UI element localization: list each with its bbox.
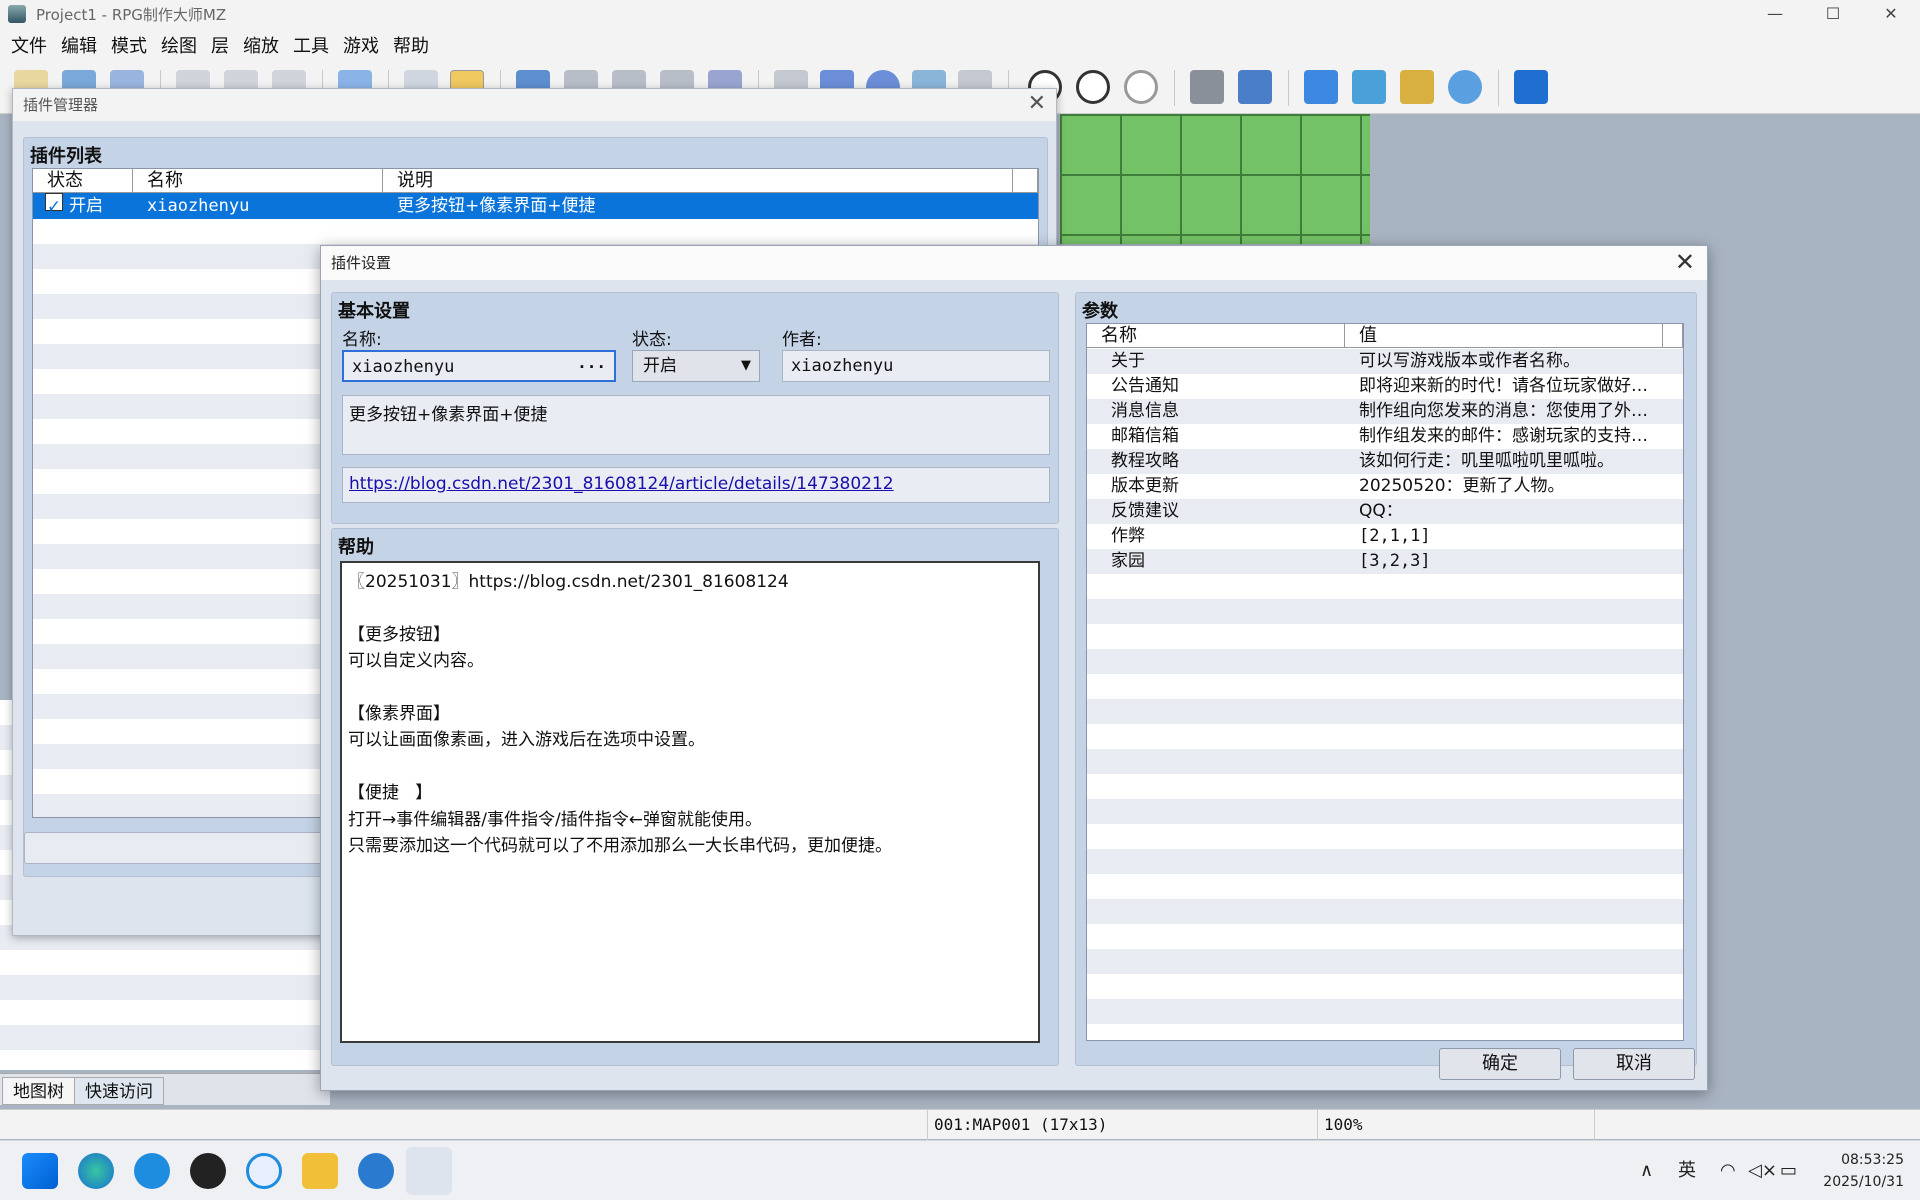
clock-time: 08:53:25 (1841, 1152, 1904, 1168)
playtest-icon[interactable] (1514, 70, 1548, 104)
help-group: 帮助 〖20251031〗https://blog.csdn.net/2301_… (331, 528, 1059, 1066)
plugin-settings-title: 插件设置 (321, 246, 1707, 280)
plugin-list-title: 插件列表 (30, 146, 102, 167)
plugin-manager-title: 插件管理器 (13, 89, 1056, 121)
plugin-manager-close-button[interactable]: ✕ (1028, 91, 1046, 116)
plugin-settings-dialog: 插件设置 ✕ 基本设置 名称: 状态: 作者: xiaozhenyu ··· 开… (320, 245, 1708, 1091)
character-generator-icon[interactable] (1448, 70, 1482, 104)
qq-icon[interactable] (190, 1153, 226, 1189)
feishu-icon[interactable] (358, 1153, 394, 1189)
column-name[interactable]: 名称 (133, 169, 383, 193)
column-status[interactable]: 状态 (33, 169, 133, 193)
param-row[interactable]: 版本更新 20250520：更新了人物。 (1087, 474, 1683, 499)
status-label: 状态: (632, 330, 672, 350)
menu-help[interactable]: 帮助 (386, 32, 436, 58)
parameters-table[interactable]: 名称 值 关于 可以写游戏版本或作者名称。 公告通知 即将迎来新的时代！请各位玩家做… (1086, 323, 1684, 1041)
tray-overflow-icon[interactable]: ∧ (1640, 1141, 1653, 1200)
param-column-value[interactable]: 值 (1345, 324, 1663, 348)
menu-edit[interactable]: 编辑 (54, 32, 104, 58)
param-row[interactable]: 家园 [3,2,3] (1087, 549, 1683, 574)
close-button[interactable]: ✕ (1862, 0, 1920, 28)
parameters-title: 参数 (1082, 301, 1118, 322)
start-icon[interactable] (22, 1153, 58, 1189)
cancel-button[interactable]: 取消 (1573, 1048, 1695, 1080)
taskbar: ∧ 英 ◠ ◁× ▭ 08:53:25 2025/10/31 (0, 1140, 1920, 1200)
plugin-name: xiaozhenyu (147, 196, 250, 216)
status-map-info: 001:MAP001 (17x13) (927, 1110, 1317, 1140)
plugin-row[interactable]: ✓ 开启 xiaozhenyu 更多按钮+像素界面+便捷 (33, 193, 1038, 219)
plugin-status: 开启 (69, 196, 103, 216)
plugin-manager-icon[interactable] (1238, 70, 1272, 104)
menu-tools[interactable]: 工具 (286, 32, 336, 58)
volume-muted-icon[interactable]: ◁× (1748, 1141, 1777, 1200)
resource-manager-icon[interactable] (1400, 70, 1434, 104)
status-extra (1594, 1110, 1794, 1140)
rpgmaker-taskbar-icon[interactable] (406, 1147, 452, 1195)
clock[interactable]: 08:53:25 2025/10/31 (1820, 1149, 1904, 1200)
menu-zoom[interactable]: 缩放 (236, 32, 286, 58)
status-dropdown[interactable]: 开启 ▼ (632, 350, 760, 382)
url-field[interactable]: https://blog.csdn.net/2301_81608124/arti… (342, 467, 1050, 503)
param-row[interactable]: 作弊 [2,1,1] (1087, 524, 1683, 549)
basic-settings-title: 基本设置 (338, 301, 410, 322)
tab-quick-access[interactable]: 快速访问 (74, 1077, 164, 1105)
chevron-down-icon: ▼ (741, 358, 751, 373)
param-row[interactable]: 关于 可以写游戏版本或作者名称。 (1087, 349, 1683, 374)
map-tiles[interactable] (1060, 114, 1370, 244)
menu-mode[interactable]: 模式 (104, 32, 154, 58)
menu-game[interactable]: 游戏 (336, 32, 386, 58)
param-column-name[interactable]: 名称 (1087, 324, 1345, 348)
menu-layer[interactable]: 层 (204, 32, 236, 58)
help-text[interactable]: 〖20251031〗https://blog.csdn.net/2301_816… (340, 561, 1040, 1043)
author-label: 作者: (782, 330, 822, 350)
file-explorer-icon[interactable] (302, 1153, 338, 1189)
param-row[interactable]: 邮箱信箱 制作组发来的邮件：感谢玩家的支持… (1087, 424, 1683, 449)
help-title: 帮助 (338, 537, 374, 558)
plugin-manager-footer-field (24, 832, 324, 864)
tab-map-tree[interactable]: 地图树 (2, 1077, 75, 1105)
description-field[interactable]: 更多按钮+像素界面+便捷 (342, 395, 1050, 455)
edge-ai-icon[interactable] (134, 1153, 170, 1189)
clock-date: 2025/10/31 (1823, 1174, 1904, 1190)
ime-indicator[interactable]: 英 (1678, 1141, 1696, 1200)
plugin-url-link[interactable]: https://blog.csdn.net/2301_81608124/arti… (349, 474, 894, 494)
ok-button[interactable]: 确定 (1439, 1048, 1561, 1080)
param-row[interactable]: 公告通知 即将迎来新的时代！请各位玩家做好… (1087, 374, 1683, 399)
wifi-icon[interactable]: ◠ (1720, 1141, 1736, 1200)
zoom-out-icon[interactable] (1076, 70, 1110, 104)
plugin-enabled-checkbox[interactable]: ✓ (45, 193, 63, 217)
app-icon (8, 5, 26, 23)
battery-icon[interactable]: ▭ (1780, 1141, 1797, 1200)
browse-plugin-button[interactable]: ··· (577, 352, 606, 382)
name-label: 名称: (342, 330, 382, 350)
cloud-icon[interactable] (246, 1153, 282, 1189)
status-bar: 001:MAP001 (17x13) 100% (0, 1109, 1920, 1140)
param-row[interactable]: 反馈建议 QQ： (1087, 499, 1683, 524)
param-row[interactable]: 消息信息 制作组向您发来的消息：您使用了外… (1087, 399, 1683, 424)
left-tabs: 地图树 快速访问 (0, 1073, 330, 1105)
param-row[interactable]: 教程攻略 该如何行走：叽里呱啦叽里呱啦。 (1087, 449, 1683, 474)
database-icon[interactable] (1190, 70, 1224, 104)
minimize-button[interactable]: — (1746, 0, 1804, 28)
author-field[interactable]: xiaozhenyu (782, 350, 1050, 382)
menu-draw[interactable]: 绘图 (154, 32, 204, 58)
menu-bar: 文件 编辑 模式 绘图 层 缩放 工具 游戏 帮助 (0, 28, 1920, 62)
basic-settings-group: 基本设置 名称: 状态: 作者: xiaozhenyu ··· 开启 ▼ xia… (331, 292, 1059, 524)
plugin-description: 更多按钮+像素界面+便捷 (397, 196, 596, 216)
parameters-group: 参数 名称 值 关于 可以写游戏版本或作者名称。 公告通知 即将迎来新的时代！请各位… (1075, 292, 1697, 1066)
menu-file[interactable]: 文件 (4, 32, 54, 58)
sound-test-icon[interactable] (1304, 70, 1338, 104)
plugin-name-field[interactable]: xiaozhenyu ··· (342, 350, 616, 382)
title-bar: Project1 - RPG制作大师MZ — ☐ ✕ (0, 0, 1920, 28)
column-description[interactable]: 说明 (383, 169, 1013, 193)
event-searcher-icon[interactable] (1352, 70, 1386, 104)
zoom-actual-icon[interactable] (1124, 70, 1158, 104)
plugin-settings-close-button[interactable]: ✕ (1675, 248, 1695, 276)
status-zoom: 100% (1317, 1110, 1594, 1140)
window-title: Project1 - RPG制作大师MZ (36, 5, 227, 24)
edge-browser-icon[interactable] (78, 1153, 114, 1189)
maximize-button[interactable]: ☐ (1804, 0, 1862, 28)
